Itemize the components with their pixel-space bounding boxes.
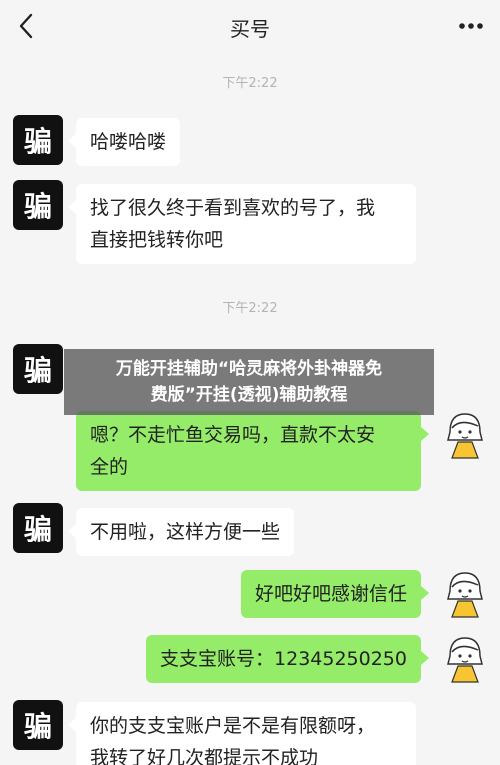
message-text: 我转了好几次都提示不成功 (90, 747, 319, 765)
cartoon-girl-avatar-icon[interactable] (440, 632, 490, 684)
message-bubble-left[interactable]: 不用啦，这样方便一些 (67, 508, 295, 556)
message-text: 好吧好吧感谢信任 (254, 583, 407, 605)
back-button[interactable] (12, 12, 40, 40)
message-bubble-right[interactable]: 嗯？不走忙鱼交易吗，直款不太安 全的 (76, 411, 429, 491)
overlay-banner: 万能开挂辅助“哈灵麻将外卦神器免 费版”开挂(透视)辅助教程 (64, 349, 434, 415)
contact-avatar[interactable]: 骗 (13, 700, 63, 750)
time-stamp: 下午2:22 (222, 301, 278, 316)
page-title: 买号 (230, 17, 270, 41)
overlay-line: 万能开挂辅助“哈灵麻将外卦神器免 (115, 359, 383, 379)
message-text: 不用啦，这样方便一些 (90, 521, 281, 543)
message-bubble-right[interactable]: 好吧好吧感谢信任 (240, 570, 430, 618)
message-text: 嗯？不走忙鱼交易吗，直款不太安 (90, 424, 376, 446)
chevron-left-icon (19, 13, 33, 39)
more-button[interactable] (456, 14, 486, 38)
overlay-line: 费版”开挂(透视)辅助教程 (150, 385, 348, 405)
message-bubble-left[interactable]: 哈喽哈喽 (67, 118, 181, 166)
contact-avatar[interactable]: 骗 (13, 180, 63, 230)
contact-avatar[interactable]: 骗 (13, 344, 63, 394)
message-text: 找了很久终于看到喜欢的号了，我 (90, 197, 376, 219)
message-bubble-left[interactable]: 你的支支宝账户是不是有限额呀， 我转了好几次都提示不成功 (68, 702, 416, 765)
top-bar: 买号 (0, 0, 500, 52)
message-text: 直接把钱转你吧 (90, 229, 224, 251)
avatar-text: 骗 (23, 354, 52, 387)
avatar-text: 骗 (23, 125, 52, 158)
avatar-text: 骗 (23, 513, 52, 546)
cartoon-girl-avatar-icon[interactable] (440, 408, 490, 460)
message-text: 支支宝账号：12345250250 (160, 648, 407, 670)
cartoon-girl-avatar-icon[interactable] (440, 567, 490, 619)
message-text: 全的 (90, 456, 129, 478)
time-stamp: 下午2:22 (222, 76, 278, 91)
avatar-text: 骗 (23, 190, 52, 223)
contact-avatar[interactable]: 骗 (13, 115, 63, 165)
message-bubble-left[interactable]: 找了很久终于看到喜欢的号了，我 直接把钱转你吧 (68, 184, 416, 264)
message-bubble-right[interactable]: 支支宝账号：12345250250 (146, 635, 429, 683)
avatar-text: 骗 (23, 710, 52, 743)
more-dots-icon (459, 23, 483, 29)
contact-avatar[interactable]: 骗 (13, 503, 63, 553)
message-text: 哈喽哈喽 (90, 131, 167, 153)
message-text: 你的支支宝账户是不是有限额呀， (90, 715, 376, 737)
